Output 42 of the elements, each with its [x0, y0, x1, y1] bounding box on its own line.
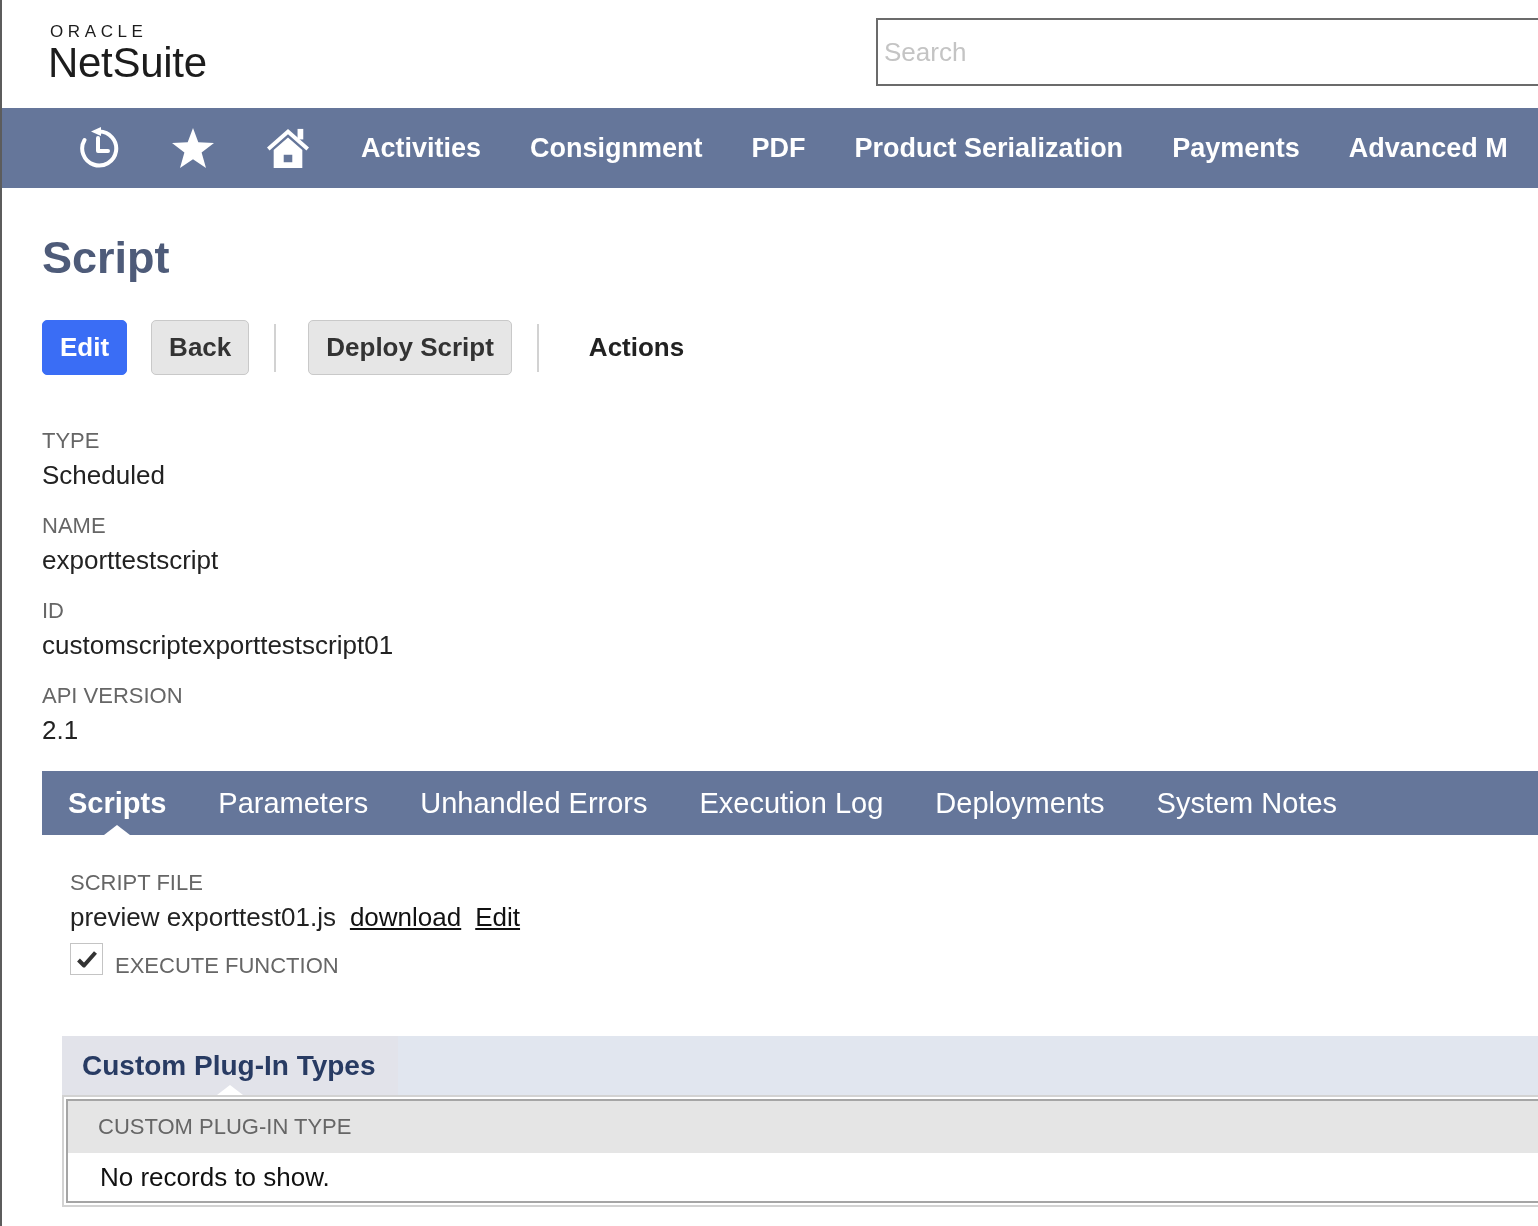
secondary-button[interactable]: Deploy Script [308, 320, 512, 375]
tab-pointer-icon [216, 1085, 243, 1095]
field-label: SCRIPT FILE [70, 869, 203, 897]
subtab[interactable]: Parameters [218, 771, 369, 835]
nav-menu-item[interactable]: Consignment [530, 131, 703, 165]
page-title: Script [42, 231, 170, 285]
field-value: preview exporttest01.js [70, 901, 336, 934]
checkmark-icon [75, 949, 98, 969]
field-label: ID [42, 597, 64, 625]
nav-menu-item[interactable]: Payments [1172, 131, 1300, 165]
field-label: API VERSION [42, 682, 183, 710]
menu-button[interactable]: Actions [570, 320, 703, 375]
field-value: 2.1 [42, 714, 79, 747]
checkbox-label: EXECUTE FUNCTION [115, 953, 339, 979]
tab-pointer-icon [104, 825, 131, 835]
field-label: NAME [42, 512, 106, 540]
nav-menu-item[interactable]: Activities [361, 131, 482, 165]
star-icon[interactable] [171, 127, 215, 169]
nav-menu-item[interactable]: Product Serialization [854, 131, 1124, 165]
search-field[interactable]: Search [876, 18, 1538, 86]
field-label: TYPE [42, 427, 100, 455]
subtab[interactable]: Deployments [935, 771, 1105, 835]
field-value: Scheduled [42, 459, 165, 492]
nav-menu-item[interactable]: PDF [751, 131, 806, 165]
field-value: customscriptexporttestscript01 [42, 629, 394, 662]
checkbox[interactable] [70, 943, 103, 975]
file-link[interactable]: Edit [475, 898, 521, 936]
subtab[interactable]: Execution Log [699, 771, 884, 835]
subtab[interactable]: Scripts [68, 771, 167, 835]
empty-message: No records to show. [100, 1161, 330, 1194]
secondary-button[interactable]: Back [151, 320, 250, 375]
nav-menu-item[interactable]: Advanced M [1348, 131, 1508, 165]
field-value: exporttestscript [42, 544, 219, 577]
column-header: CUSTOM PLUG-IN TYPE [98, 1113, 352, 1141]
file-link[interactable]: download [349, 898, 462, 936]
logo-brand-text: ORACLE [50, 22, 148, 41]
primary-button[interactable]: Edit [42, 320, 128, 375]
logo-product-text: NetSuite [48, 41, 207, 85]
subtab[interactable]: System Notes [1156, 771, 1338, 835]
section-tab[interactable]: Custom Plug-In Types [62, 1036, 398, 1095]
home-icon[interactable] [264, 127, 312, 169]
subtab[interactable]: Unhandled Errors [420, 771, 648, 835]
